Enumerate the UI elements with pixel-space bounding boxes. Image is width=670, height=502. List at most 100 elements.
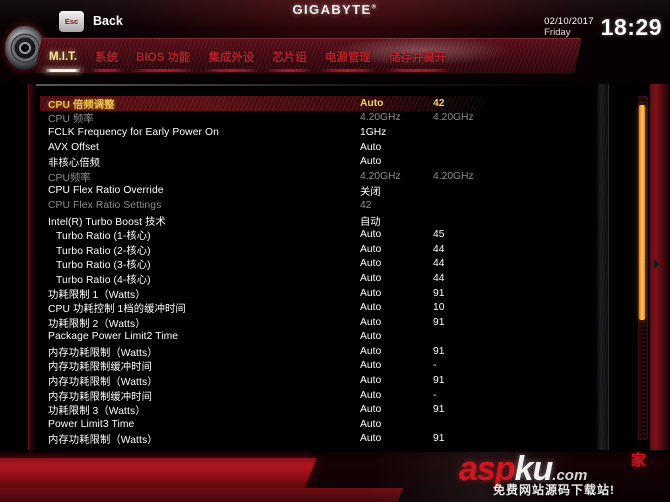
settings-row[interactable]: 功耗限制 2（Watts） Auto 91: [40, 315, 596, 330]
setting-label: 非核心倍频: [48, 158, 100, 170]
setting-label: 内存功耗限制（Watts）: [48, 347, 158, 359]
setting-label: 内存功耗限制（Watts）: [48, 435, 158, 447]
settings-row[interactable]: CPU 频率 4.20GHz 4.20GHz: [40, 111, 596, 125]
settings-row[interactable]: 内存功耗限制（Watts） Auto 91: [40, 344, 596, 359]
current-time: 18:29: [600, 14, 662, 40]
setting-label: CPU 功耗控制 1档的缓冲时间: [48, 304, 186, 316]
tab-underline: [131, 69, 196, 72]
tab-label: 芯片组: [272, 52, 307, 64]
setting-label: 内存功耗限制缓冲时间: [48, 391, 152, 403]
setting-value-secondary: 44: [433, 243, 445, 255]
tab-label: M.I.T.: [49, 51, 78, 63]
setting-label: 功耗限制 2（Watts）: [48, 318, 146, 330]
settings-row[interactable]: 内存功耗限制（Watts） Auto 91: [40, 373, 596, 388]
settings-list: CPU 倍频调整 Auto 42 CPU 频率 4.20GHz 4.20GHz FCLK F…: [40, 96, 596, 446]
settings-row[interactable]: 内存功耗限制（Watts） Auto 91: [40, 432, 596, 447]
setting-value-primary: Auto: [360, 97, 384, 109]
setting-value-primary: Auto: [360, 433, 382, 445]
panel-left-edge: [28, 84, 37, 450]
setting-value-primary: 42: [360, 199, 372, 211]
back-button-label[interactable]: Back: [93, 14, 123, 28]
settings-row[interactable]: CPU频率 4.20GHz 4.20GHz: [40, 169, 596, 184]
tab-underline: [267, 69, 312, 72]
settings-row[interactable]: CPU Flex Ratio Settings 42: [40, 198, 596, 213]
main-nav: M.I.T. 系统 BIOS 功能 集成外设 芯片组 电源管理 储存并离开: [40, 44, 455, 72]
registered-mark-icon: ®: [371, 4, 378, 11]
tab-0[interactable]: M.I.T.: [40, 44, 86, 72]
settings-row[interactable]: 功耗限制 1（Watts） Auto 91: [40, 286, 596, 301]
tab-2[interactable]: BIOS 功能: [127, 44, 199, 72]
setting-label: Package Power Limit2 Time: [48, 331, 179, 343]
setting-label: 功耗限制 3（Watts）: [48, 406, 146, 418]
setting-value-primary: 自动: [360, 216, 381, 228]
settings-row[interactable]: AVX Offset Auto: [40, 140, 596, 155]
setting-value-primary: Auto: [360, 302, 382, 314]
setting-value-secondary: 91: [433, 287, 445, 299]
setting-label: CPU 倍频调整: [48, 99, 115, 111]
settings-row[interactable]: FCLK Frequency for Early Power On 1GHz: [40, 125, 596, 140]
tab-underline: [44, 69, 83, 72]
scrollbar-thumb[interactable]: [639, 105, 645, 320]
setting-value-secondary: -: [433, 360, 437, 372]
tab-4[interactable]: 芯片组: [263, 44, 316, 72]
setting-value-primary: Auto: [360, 229, 382, 241]
tab-underline: [90, 69, 124, 72]
setting-value-secondary: 10: [433, 302, 445, 314]
setting-value-primary: Auto: [360, 404, 382, 416]
tab-label: 系统: [95, 52, 119, 64]
settings-row[interactable]: CPU 功耗控制 1档的缓冲时间 Auto 10: [40, 300, 596, 315]
setting-value-primary: Auto: [360, 360, 382, 372]
settings-row[interactable]: 非核心倍频 Auto: [40, 154, 596, 169]
setting-value-primary: Auto: [360, 345, 382, 357]
setting-value-secondary: 44: [433, 258, 445, 270]
tab-label: 储存并离开: [388, 52, 447, 64]
scroll-nub-icon: [654, 259, 660, 269]
current-weekday: Friday: [544, 26, 571, 38]
settings-row[interactable]: Intel(R) Turbo Boost 技术 自动: [40, 213, 596, 228]
settings-row[interactable]: Turbo Ratio (1-核心) Auto 45: [40, 227, 596, 242]
setting-label: CPU频率: [48, 172, 91, 184]
setting-label: Power Limit3 Time: [48, 418, 135, 430]
settings-row[interactable]: CPU Flex Ratio Override 关闭: [40, 184, 596, 199]
setting-value-secondary: 91: [433, 316, 445, 328]
settings-row[interactable]: Turbo Ratio (2-核心) Auto 44: [40, 242, 596, 257]
setting-label: 功耗限制 1（Watts）: [48, 289, 146, 301]
settings-row[interactable]: 功耗限制 3（Watts） Auto 91: [40, 402, 596, 417]
setting-value-primary: 关闭: [360, 187, 381, 199]
setting-value-primary: Auto: [360, 258, 382, 270]
settings-row[interactable]: Turbo Ratio (3-核心) Auto 44: [40, 257, 596, 271]
gigabyte-logo-text: GIGABYTE: [292, 2, 372, 17]
settings-row[interactable]: Package Power Limit2 Time Auto: [40, 330, 596, 345]
setting-value-primary: Auto: [360, 331, 382, 343]
settings-row[interactable]: Power Limit3 Time Auto: [40, 417, 596, 432]
header-bar: GIGABYTE® 02/10/2017 Friday 18:29 M.I.T.…: [0, 0, 670, 82]
setting-value-primary: Auto: [360, 156, 382, 168]
setting-value-primary: Auto: [360, 287, 382, 299]
setting-value-primary: Auto: [360, 389, 382, 401]
setting-value-primary: 1GHz: [360, 126, 387, 138]
tab-label: 电源管理: [324, 52, 371, 64]
setting-label: Turbo Ratio (1-核心): [56, 231, 151, 243]
tab-3[interactable]: 集成外设: [199, 44, 263, 72]
setting-label: FCLK Frequency for Early Power On: [48, 126, 219, 138]
current-date: 02/10/2017: [544, 15, 594, 27]
settings-row[interactable]: 内存功耗限制缓冲时间 Auto -: [40, 388, 596, 403]
setting-label: CPU Flex Ratio Settings: [48, 199, 162, 211]
setting-label: 内存功耗限制（Watts）: [48, 377, 158, 389]
setting-value-secondary: 4.20GHz: [433, 170, 474, 182]
setting-label: Turbo Ratio (4-核心): [56, 274, 151, 286]
setting-value-primary: Auto: [360, 316, 382, 328]
setting-value-secondary: 44: [433, 272, 445, 284]
tab-1[interactable]: 系统: [86, 44, 127, 72]
settings-row[interactable]: 内存功耗限制缓冲时间 Auto -: [40, 359, 596, 373]
tab-5[interactable]: 电源管理: [316, 44, 380, 72]
tab-label: 集成外设: [208, 52, 255, 64]
setting-label: Intel(R) Turbo Boost 技术: [48, 216, 166, 228]
settings-row[interactable]: CPU 倍频调整 Auto 42: [40, 96, 484, 111]
setting-value-primary: 4.20GHz: [360, 170, 401, 182]
setting-label: AVX Offset: [48, 141, 99, 153]
esc-key-button[interactable]: Esc: [59, 11, 84, 32]
settings-row[interactable]: Turbo Ratio (4-核心) Auto 44: [40, 271, 596, 286]
setting-value-secondary: 42: [433, 97, 445, 109]
tab-6[interactable]: 储存并离开: [380, 44, 456, 72]
